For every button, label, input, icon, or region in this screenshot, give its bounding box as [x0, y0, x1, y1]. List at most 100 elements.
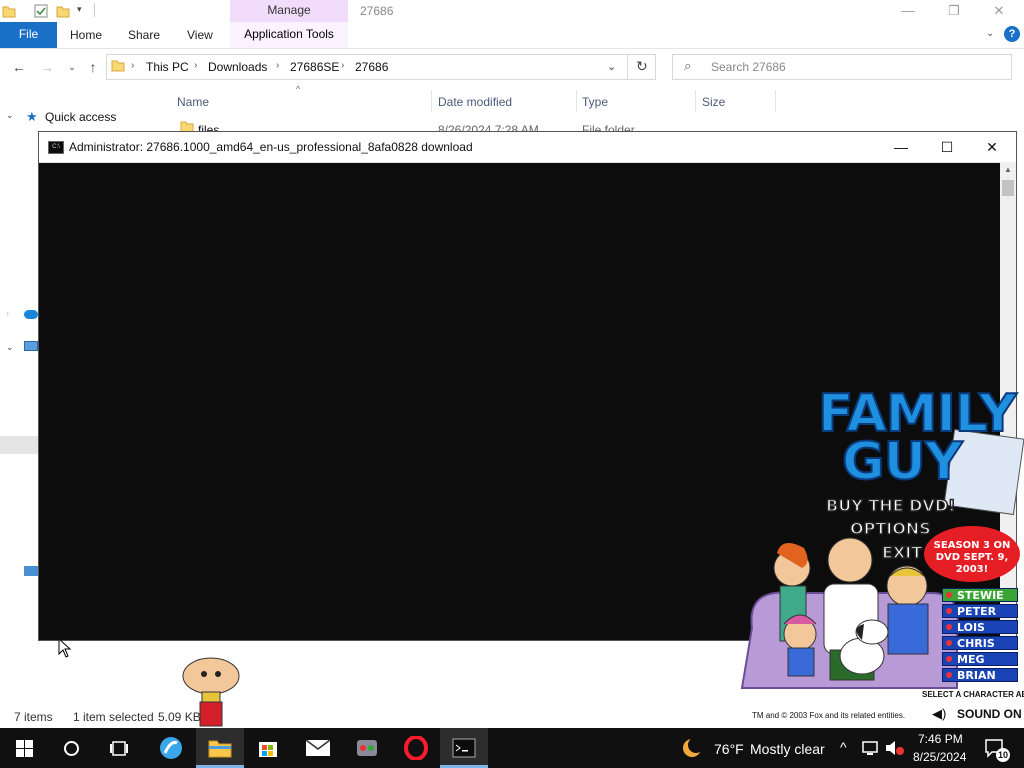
address-dropdown-icon[interactable]: ⌄: [607, 60, 616, 73]
weather-description[interactable]: Mostly clear: [750, 741, 825, 757]
column-divider[interactable]: [695, 90, 696, 112]
nav-selected-highlight: [0, 436, 38, 454]
column-divider[interactable]: [775, 90, 776, 112]
mouse-cursor-icon: [58, 638, 72, 658]
properties-icon[interactable]: [34, 4, 48, 18]
character-peter[interactable]: PETER: [942, 604, 1018, 618]
onedrive-icon[interactable]: [24, 310, 38, 319]
chevron-down-icon[interactable]: ⌄: [6, 110, 14, 121]
tab-view[interactable]: View: [187, 28, 213, 42]
search-placeholder[interactable]: Search 27686: [711, 60, 786, 74]
sound-toggle[interactable]: SOUND ON: [957, 707, 1022, 721]
console-close-button[interactable]: ✕: [970, 136, 1014, 158]
show-hidden-icons-icon[interactable]: ^: [840, 739, 847, 755]
clock-time[interactable]: 7:46 PM: [918, 732, 963, 746]
column-size[interactable]: Size: [702, 95, 725, 109]
close-button[interactable]: ✕: [976, 2, 1022, 22]
menu-exit[interactable]: EXIT: [881, 542, 923, 563]
scroll-up-icon[interactable]: ▲: [1000, 162, 1016, 178]
column-divider[interactable]: [431, 90, 432, 112]
search-circle-icon[interactable]: [63, 740, 80, 757]
explorer-titlebar: ▾ Manage 27686 — ❐ ✕: [0, 0, 1024, 22]
new-folder-icon[interactable]: [56, 4, 70, 18]
refresh-icon[interactable]: ↻: [636, 58, 648, 75]
season-badge: SEASON 3 ON DVD SEPT. 9, 2003!: [924, 526, 1020, 582]
help-icon[interactable]: ?: [1004, 26, 1020, 42]
console-minimize-button[interactable]: —: [879, 136, 923, 158]
menu-options[interactable]: OPTIONS: [849, 518, 931, 539]
console-title: Administrator: 27686.1000_amd64_en-us_pr…: [69, 140, 473, 154]
column-name[interactable]: Name: [177, 95, 209, 109]
game-app-icon[interactable]: [354, 736, 380, 760]
back-icon[interactable]: ←: [11, 59, 27, 75]
character-stewie[interactable]: STEWIE: [942, 588, 1018, 602]
breadcrumb-27686[interactable]: 27686: [355, 60, 388, 74]
volume-muted-icon[interactable]: [885, 740, 905, 756]
weather-temperature[interactable]: 76°F: [714, 741, 744, 757]
stewie-desktop-buddy[interactable]: [180, 656, 242, 728]
this-pc-icon[interactable]: [24, 341, 38, 351]
network-icon[interactable]: [24, 566, 38, 576]
character-lois[interactable]: LOIS: [942, 620, 1018, 634]
command-prompt-icon[interactable]: [452, 738, 476, 758]
radio-dot-icon: [946, 592, 952, 598]
folder-icon: [2, 4, 16, 18]
expand-ribbon-icon[interactable]: ⌄: [986, 28, 994, 39]
chevron-right-icon[interactable]: ›: [6, 308, 9, 318]
nav-quick-access[interactable]: Quick access: [45, 110, 116, 124]
star-icon: ★: [26, 109, 38, 124]
select-character-hint: SELECT A CHARACTER ABOVE: [922, 690, 1024, 699]
titlebar-divider: [94, 3, 95, 17]
sort-arrow-icon: ^: [296, 84, 301, 94]
tab-application-tools[interactable]: Application Tools: [230, 22, 348, 48]
clock-date[interactable]: 8/25/2024: [913, 750, 966, 764]
tab-share[interactable]: Share: [128, 28, 160, 42]
maximize-button[interactable]: ❐: [931, 2, 977, 22]
window-title: 27686: [360, 4, 394, 18]
breadcrumb-this-pc[interactable]: This PC: [146, 60, 189, 74]
family-guy-logo-line2: GUY: [841, 431, 964, 493]
minimize-button[interactable]: —: [885, 2, 931, 22]
weather-moon-icon[interactable]: [680, 736, 704, 760]
column-date-modified[interactable]: Date modified: [438, 95, 512, 109]
network-tray-icon[interactable]: [862, 740, 880, 756]
column-divider[interactable]: [576, 90, 577, 112]
breadcrumb-separator-icon[interactable]: ›: [341, 60, 344, 71]
radio-dot-icon: [946, 608, 952, 614]
radio-dot-icon: [946, 656, 952, 662]
windows-start-icon[interactable]: [16, 740, 33, 757]
file-explorer-icon[interactable]: [208, 738, 232, 758]
opera-icon[interactable]: [404, 736, 428, 760]
console-maximize-button[interactable]: ☐: [925, 136, 969, 158]
tab-file[interactable]: File: [0, 22, 57, 48]
radio-dot-icon: [946, 672, 952, 678]
recent-locations-icon[interactable]: ⌄: [64, 59, 80, 75]
column-type[interactable]: Type: [582, 95, 608, 109]
chevron-down-icon[interactable]: ⌄: [6, 342, 14, 353]
copyright-text: TM and © 2003 Fox and its related entiti…: [752, 711, 906, 720]
up-icon[interactable]: ↑: [85, 59, 101, 75]
breadcrumb-downloads[interactable]: Downloads: [208, 60, 267, 74]
scrollbar-thumb[interactable]: [1002, 180, 1014, 196]
manage-contextual-tab[interactable]: Manage: [230, 0, 348, 22]
menu-buy-dvd[interactable]: BUY THE DVD!: [825, 495, 956, 516]
family-guy-widget[interactable]: FAMILY GUY BUY THE DVD! OPTIONS EXIT SEA…: [732, 383, 1024, 728]
console-titlebar[interactable]: C:\ Administrator: 27686.1000_amd64_en-u…: [39, 132, 1016, 163]
character-meg[interactable]: MEG: [942, 652, 1018, 666]
microsoft-store-icon[interactable]: [257, 737, 279, 759]
customize-quick-access-icon[interactable]: ▾: [77, 4, 82, 15]
browser-app-icon[interactable]: [159, 736, 183, 760]
tab-home[interactable]: Home: [70, 28, 102, 42]
folder-icon: [111, 58, 125, 75]
status-selection: 1 item selected: [73, 710, 154, 724]
task-view-icon[interactable]: [110, 740, 128, 757]
breadcrumb-separator-icon[interactable]: ›: [276, 60, 279, 71]
character-brian[interactable]: BRIAN: [942, 668, 1018, 682]
breadcrumb-separator-icon[interactable]: ›: [131, 60, 134, 71]
speaker-icon[interactable]: ◀): [932, 706, 946, 722]
breadcrumb-separator-icon[interactable]: ›: [194, 60, 197, 71]
breadcrumb-27686se[interactable]: 27686SE: [290, 60, 339, 74]
character-chris[interactable]: CHRIS: [942, 636, 1018, 650]
mail-icon[interactable]: [305, 739, 331, 757]
forward-icon[interactable]: →: [39, 59, 55, 75]
